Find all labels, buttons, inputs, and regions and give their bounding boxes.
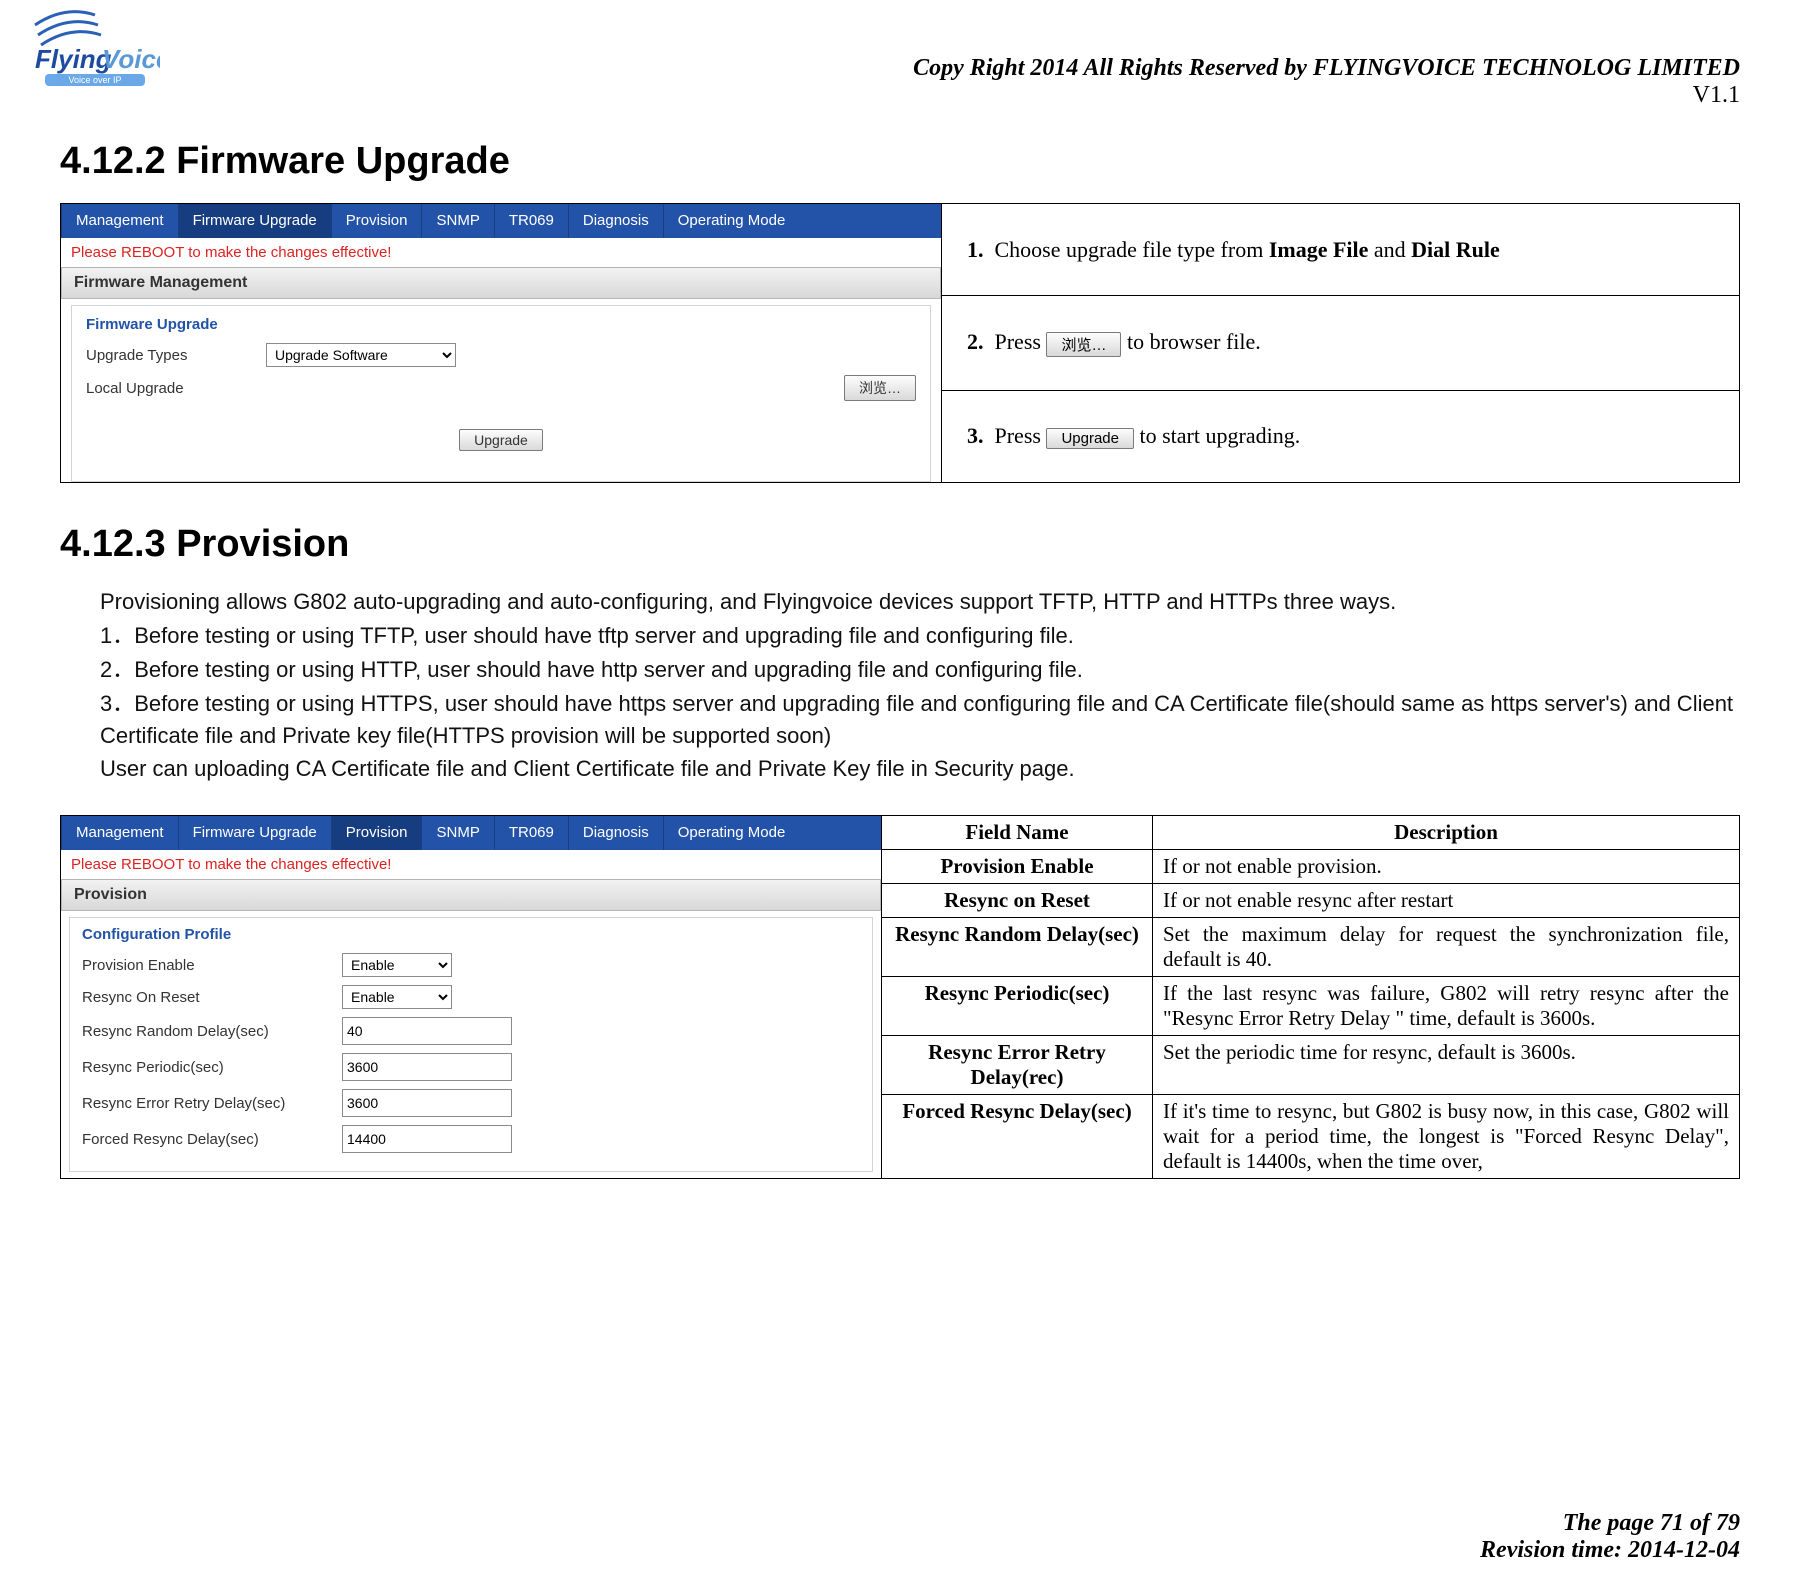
upgrade-types-label: Upgrade Types xyxy=(86,347,266,364)
input-provision-enable[interactable]: Enable xyxy=(342,953,452,977)
firmware-screenshot-cell: ManagementFirmware UpgradeProvisionSNMPT… xyxy=(61,204,942,483)
desc-head-field: Field Name xyxy=(882,816,1153,850)
table-row: Resync Random Delay(sec)Set the maximum … xyxy=(882,918,1740,977)
label-resync-random-delay-sec-: Resync Random Delay(sec) xyxy=(82,1023,342,1040)
description-cell: If the last resync was failure, G802 wil… xyxy=(1153,977,1740,1036)
version-text: V1.1 xyxy=(913,82,1740,109)
sub-title-firmware: Firmware Upgrade xyxy=(86,316,916,333)
upgrade-button[interactable]: Upgrade xyxy=(459,429,543,451)
reboot-message: Please REBOOT to make the changes effect… xyxy=(61,238,941,267)
tab-management[interactable]: Management xyxy=(61,816,178,850)
sub-title-provision: Configuration Profile xyxy=(82,926,860,943)
label-resync-error-retry-delay-sec-: Resync Error Retry Delay(sec) xyxy=(82,1095,342,1112)
table-row: Resync on ResetIf or not enable resync a… xyxy=(882,884,1740,918)
inline-upgrade-button[interactable]: Upgrade xyxy=(1046,428,1134,449)
tab-tr069[interactable]: TR069 xyxy=(494,204,568,238)
local-upgrade-label: Local Upgrade xyxy=(86,380,266,397)
tab-snmp[interactable]: SNMP xyxy=(421,204,493,238)
tab-tr069[interactable]: TR069 xyxy=(494,816,568,850)
table-row: Resync Error Retry Delay(rec)Set the per… xyxy=(882,1036,1740,1095)
tab-management[interactable]: Management xyxy=(61,204,178,238)
panel-title-firmware: Firmware Management xyxy=(61,267,941,299)
input-resync-periodic-sec-[interactable] xyxy=(342,1053,512,1081)
label-provision-enable: Provision Enable xyxy=(82,957,342,974)
description-cell: If or not enable provision. xyxy=(1153,850,1740,884)
field-name-cell: Provision Enable xyxy=(882,850,1153,884)
step-3: 3. Press Upgrade to start upgrading. xyxy=(942,390,1740,482)
description-cell: Set the maximum delay for request the sy… xyxy=(1153,918,1740,977)
field-name-cell: Resync Periodic(sec) xyxy=(882,977,1153,1036)
input-resync-error-retry-delay-sec-[interactable] xyxy=(342,1089,512,1117)
browse-button[interactable]: 浏览… xyxy=(844,375,916,401)
svg-text:Voice over IP: Voice over IP xyxy=(68,75,121,85)
tab-diagnosis[interactable]: Diagnosis xyxy=(568,204,663,238)
description-cell: Set the periodic time for resync, defaul… xyxy=(1153,1036,1740,1095)
svg-text:Flying: Flying xyxy=(35,44,112,74)
description-cell: If or not enable resync after restart xyxy=(1153,884,1740,918)
tab-firmware-upgrade[interactable]: Firmware Upgrade xyxy=(178,204,331,238)
input-forced-resync-delay-sec-[interactable] xyxy=(342,1125,512,1153)
upgrade-types-select[interactable]: Upgrade Software xyxy=(266,343,456,367)
tab-operating-mode[interactable]: Operating Mode xyxy=(663,204,800,238)
tab-provision[interactable]: Provision xyxy=(331,816,422,850)
input-resync-random-delay-sec-[interactable] xyxy=(342,1017,512,1045)
copyright-text: Copy Right 2014 All Rights Reserved by F… xyxy=(913,55,1740,82)
footer-rev: Revision time: 2014-12-04 xyxy=(1480,1537,1740,1564)
provision-screenshot: ManagementFirmware UpgradeProvisionSNMPT… xyxy=(60,815,881,1179)
provision-tabs: ManagementFirmware UpgradeProvisionSNMPT… xyxy=(61,816,881,850)
svg-text:Voice: Voice xyxy=(102,44,160,74)
label-resync-periodic-sec-: Resync Periodic(sec) xyxy=(82,1059,342,1076)
field-name-cell: Resync Random Delay(sec) xyxy=(882,918,1153,977)
step-1: 1. Choose upgrade file type from Image F… xyxy=(942,204,1740,296)
desc-head-desc: Description xyxy=(1153,816,1740,850)
tab-firmware-upgrade[interactable]: Firmware Upgrade xyxy=(178,816,331,850)
tab-provision[interactable]: Provision xyxy=(331,204,422,238)
panel-title-provision: Provision xyxy=(61,879,881,911)
input-resync-on-reset[interactable]: Enable xyxy=(342,985,452,1009)
provision-body: Provisioning allows G802 auto-upgrading … xyxy=(100,586,1740,785)
field-name-cell: Resync Error Retry Delay(rec) xyxy=(882,1036,1153,1095)
field-name-cell: Resync on Reset xyxy=(882,884,1153,918)
label-resync-on-reset: Resync On Reset xyxy=(82,989,342,1006)
table-row: Provision EnableIf or not enable provisi… xyxy=(882,850,1740,884)
footer-page: The page 71 of 79 xyxy=(1480,1510,1740,1537)
inline-browse-button[interactable]: 浏览… xyxy=(1046,332,1121,357)
table-row: Forced Resync Delay(sec)If it's time to … xyxy=(882,1095,1740,1179)
logo: Flying Voice Voice over IP xyxy=(30,0,160,90)
heading-firmware: 4.12.2 Firmware Upgrade xyxy=(60,140,1740,183)
table-row: Resync Periodic(sec)If the last resync w… xyxy=(882,977,1740,1036)
tab-diagnosis[interactable]: Diagnosis xyxy=(568,816,663,850)
footer: The page 71 of 79 Revision time: 2014-12… xyxy=(1480,1510,1740,1564)
tab-operating-mode[interactable]: Operating Mode xyxy=(663,816,800,850)
field-name-cell: Forced Resync Delay(sec) xyxy=(882,1095,1153,1179)
firmware-tabs: ManagementFirmware UpgradeProvisionSNMPT… xyxy=(61,204,941,238)
heading-provision: 4.12.3 Provision xyxy=(60,523,1740,566)
step-2: 2. Press 浏览… to browser file. xyxy=(942,296,1740,391)
description-table: Field Name Description Provision EnableI… xyxy=(881,815,1740,1179)
reboot-message-2: Please REBOOT to make the changes effect… xyxy=(61,850,881,879)
label-forced-resync-delay-sec-: Forced Resync Delay(sec) xyxy=(82,1131,342,1148)
tab-snmp[interactable]: SNMP xyxy=(421,816,493,850)
description-cell: If it's time to resync, but G802 is busy… xyxy=(1153,1095,1740,1179)
firmware-table: ManagementFirmware UpgradeProvisionSNMPT… xyxy=(60,203,1740,483)
header-right: Copy Right 2014 All Rights Reserved by F… xyxy=(913,55,1740,109)
